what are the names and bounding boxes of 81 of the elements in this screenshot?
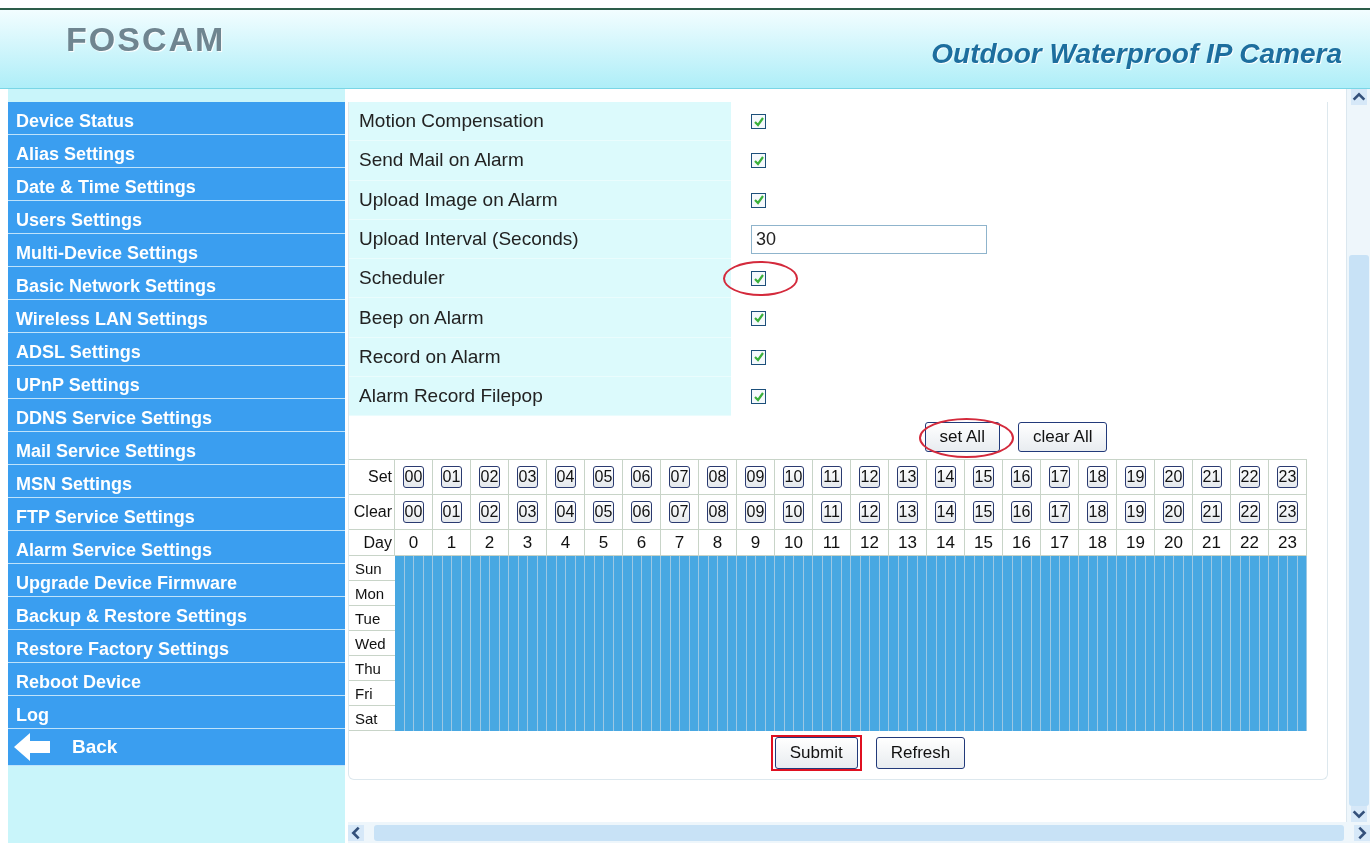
checkbox[interactable]: [751, 349, 766, 365]
hour-button[interactable]: 09: [744, 501, 767, 524]
row-label: Day: [349, 530, 395, 557]
hour-button[interactable]: 09: [744, 466, 767, 489]
setting-label: Beep on Alarm: [349, 298, 731, 338]
hour-button[interactable]: 12: [858, 501, 881, 524]
hour-button[interactable]: 18: [1086, 501, 1109, 524]
hour-button[interactable]: 06: [630, 501, 653, 524]
hour-button[interactable]: 17: [1048, 466, 1071, 489]
schedule-button[interactable]: set All: [924, 422, 1000, 453]
row-label: Clear: [349, 495, 395, 531]
scroll-up-icon[interactable]: [1350, 89, 1367, 105]
hour-button[interactable]: 18: [1086, 466, 1109, 489]
hour-button[interactable]: 13: [896, 466, 919, 489]
hour-button[interactable]: 14: [934, 466, 957, 489]
setting-label: Alarm Record Filepop: [349, 377, 731, 417]
hour-button[interactable]: 22: [1238, 466, 1261, 489]
hour-button[interactable]: 16: [1010, 466, 1033, 489]
hour-button[interactable]: 06: [630, 466, 653, 489]
checkbox[interactable]: [751, 153, 766, 169]
schedule-button[interactable]: clear All: [1017, 422, 1108, 453]
hour-button[interactable]: 11: [821, 501, 842, 524]
setting-label: Send Mail on Alarm: [349, 141, 731, 181]
hour-button[interactable]: 04: [554, 501, 577, 524]
product-title: Outdoor Waterproof IP Camera: [931, 38, 1342, 70]
hour-button[interactable]: 14: [934, 501, 957, 524]
hour-button[interactable]: 02: [478, 501, 501, 524]
setting-label: Scheduler: [349, 259, 731, 299]
hour-button[interactable]: 00: [402, 501, 425, 524]
row-label: Set: [349, 460, 395, 496]
hour-button[interactable]: 05: [592, 466, 615, 489]
hour-button[interactable]: 15: [972, 501, 995, 524]
hour-button[interactable]: 19: [1124, 501, 1147, 524]
setting-label: Upload Image on Alarm: [349, 180, 731, 220]
scroll-right-icon[interactable]: [1354, 824, 1370, 841]
schedule-row[interactable]: [395, 706, 1307, 732]
hour-button[interactable]: 11: [821, 466, 842, 489]
input-field[interactable]: 30: [751, 225, 987, 255]
checkbox[interactable]: [751, 114, 766, 130]
hour-button[interactable]: 13: [896, 501, 919, 524]
hour-button[interactable]: 05: [592, 501, 615, 524]
vertical-scrollbar[interactable]: [1346, 89, 1370, 822]
hour-button[interactable]: 19: [1124, 466, 1147, 489]
action-button[interactable]: Submit: [774, 737, 858, 770]
horizontal-scrollbar[interactable]: [348, 822, 1370, 843]
hour-button[interactable]: 10: [782, 466, 805, 489]
back-arrow-icon: [12, 732, 52, 762]
hour-button[interactable]: 12: [858, 466, 881, 489]
checkbox[interactable]: [751, 271, 766, 287]
action-button[interactable]: Refresh: [875, 737, 966, 770]
hour-button[interactable]: 01: [440, 501, 463, 524]
hour-button[interactable]: 03: [516, 466, 539, 489]
scroll-left-icon[interactable]: [348, 824, 364, 841]
setting-label: Upload Interval (Seconds): [349, 219, 731, 260]
scroll-down-icon[interactable]: [1350, 806, 1367, 822]
hour-button[interactable]: 07: [668, 501, 691, 524]
hour-button[interactable]: 01: [440, 466, 463, 489]
hour-button[interactable]: 00: [402, 466, 425, 489]
hour-button[interactable]: 02: [478, 466, 501, 489]
checkbox[interactable]: [751, 310, 766, 326]
hour-button[interactable]: 17: [1048, 501, 1071, 524]
hour-button[interactable]: 07: [668, 466, 691, 489]
hour-button[interactable]: 22: [1238, 501, 1261, 524]
hour-button[interactable]: 10: [782, 501, 805, 524]
hour-button[interactable]: 08: [706, 466, 729, 489]
logo: FOSCAM: [66, 19, 226, 59]
checkbox[interactable]: [751, 389, 766, 405]
hour-button[interactable]: 21: [1200, 501, 1223, 524]
hour-button[interactable]: 08: [706, 501, 729, 524]
hour-button[interactable]: 21: [1200, 466, 1223, 489]
hour-button[interactable]: 04: [554, 466, 577, 489]
hour-button[interactable]: 15: [972, 466, 995, 489]
hour-button[interactable]: 20: [1162, 466, 1185, 489]
hour-button[interactable]: 16: [1010, 501, 1033, 524]
hour-button[interactable]: 23: [1276, 466, 1299, 489]
hour-button[interactable]: 23: [1276, 501, 1299, 524]
setting-label: Motion Compensation: [349, 102, 731, 142]
hour-button[interactable]: 20: [1162, 501, 1185, 524]
checkbox[interactable]: [751, 192, 766, 208]
hour-button[interactable]: 03: [516, 501, 539, 524]
setting-label: Record on Alarm: [349, 337, 731, 378]
